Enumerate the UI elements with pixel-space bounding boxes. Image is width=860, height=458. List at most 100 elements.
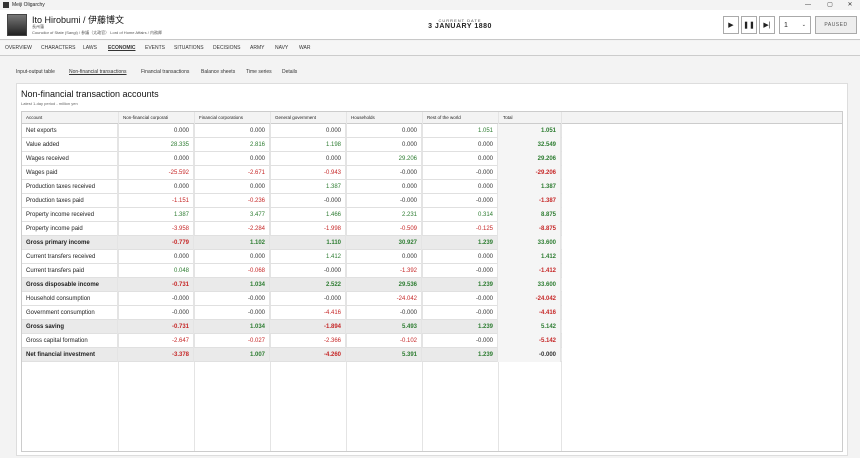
value-cell: -25.592	[118, 166, 194, 180]
accounts-panel: Non-financial transaction accounts Lates…	[16, 83, 848, 456]
app-icon	[3, 2, 9, 8]
value-cell: 0.000	[118, 124, 194, 138]
row-label: Gross disposable income	[22, 278, 118, 292]
value-cell: 0.048	[118, 264, 194, 278]
step-forward-icon: ▶|	[763, 22, 771, 29]
total-cell: -4.416	[498, 306, 561, 320]
value-cell: -3.958	[118, 222, 194, 236]
col-header-rest-of-world: Rest of the world	[427, 115, 461, 120]
subtab-non-financial[interactable]: Non-financial transactions	[69, 69, 127, 75]
close-icon[interactable]: ✕	[840, 0, 860, 10]
total-cell: -5.142	[498, 334, 561, 348]
total-cell: 33.600	[498, 236, 561, 250]
tab-army[interactable]: ARMY	[250, 45, 264, 51]
character-header: Ito Hirobumi / 伊藤博文 長州藩 Councilor of Sta…	[0, 10, 860, 40]
value-cell: 1.239	[422, 348, 498, 362]
table-row: Household consumption -0.000 -0.000 -0.000-…	[22, 292, 562, 306]
value-cell: -0.000	[118, 292, 194, 306]
value-cell: -0.000	[422, 306, 498, 320]
value-cell: 3.477	[194, 208, 270, 222]
value-cell: -0.000	[422, 166, 498, 180]
table-row: Government consumption -0.000 -0.000 -4.416…	[22, 306, 562, 320]
value-cell: -0.779	[118, 236, 194, 250]
value-cell: 1.387	[118, 208, 194, 222]
tab-characters[interactable]: CHARACTERS	[41, 45, 75, 51]
value-cell: 0.000	[422, 152, 498, 166]
subtab-time-series[interactable]: Time series	[246, 69, 272, 75]
minimize-icon[interactable]: —	[798, 0, 818, 10]
subtab-input-output[interactable]: Input-output table	[16, 69, 55, 75]
tab-navy[interactable]: NAVY	[275, 45, 288, 51]
value-cell: 2.522	[270, 278, 346, 292]
value-cell: 1.007	[194, 348, 270, 362]
row-label: Net exports	[22, 124, 118, 138]
table-row: Production taxes received 0.000 0.000 1.387…	[22, 180, 562, 194]
value-cell: 1.239	[422, 278, 498, 292]
total-cell: -0.000	[498, 348, 561, 362]
value-cell: 29.536	[346, 278, 422, 292]
value-cell: 1.051	[422, 124, 498, 138]
value-cell: -24.042	[346, 292, 422, 306]
speed-select[interactable]: 1 ⌄	[779, 16, 811, 34]
table-row: Production taxes paid -1.151 -0.236 -0.000-…	[22, 194, 562, 208]
value-cell: -0.000	[422, 292, 498, 306]
value-cell: 1.466	[270, 208, 346, 222]
tab-decisions[interactable]: DECISIONS	[213, 45, 241, 51]
value-cell: 1.412	[270, 250, 346, 264]
table-row: Net exports 0.000 0.000 0.000 0.000 1.051 1.05…	[22, 124, 562, 138]
value-cell: 0.000	[422, 250, 498, 264]
subtab-balance-sheets[interactable]: Balance sheets	[201, 69, 235, 75]
value-cell: -0.000	[118, 306, 194, 320]
table-row: Net financial investment -3.378 1.007 -4.26…	[22, 348, 562, 362]
value-cell: -0.000	[270, 194, 346, 208]
table-row: Wages received 0.000 0.000 0.000 29.206 0.000…	[22, 152, 562, 166]
tab-events[interactable]: EVENTS	[145, 45, 165, 51]
total-cell: 1.412	[498, 250, 561, 264]
row-label: Gross capital formation	[22, 334, 118, 348]
value-cell: 0.000	[346, 138, 422, 152]
value-cell: 0.000	[346, 124, 422, 138]
row-label: Production taxes received	[22, 180, 118, 194]
window-title: Meiji Oligarchy	[12, 2, 45, 8]
value-cell: -0.509	[346, 222, 422, 236]
total-cell: 1.387	[498, 180, 561, 194]
subtab-details[interactable]: Details	[282, 69, 297, 75]
tab-overview[interactable]: OVERVIEW	[5, 45, 32, 51]
row-label: Gross saving	[22, 320, 118, 334]
value-cell: 0.000	[270, 152, 346, 166]
row-label: Property income received	[22, 208, 118, 222]
paused-button[interactable]: PAUSED	[815, 16, 857, 34]
table-row: Gross primary income -0.779 1.102 1.110 30.9…	[22, 236, 562, 250]
table-row: Value added 28.335 2.816 1.198 0.000 0.000 32.…	[22, 138, 562, 152]
pause-button[interactable]: ❚❚	[741, 16, 757, 34]
col-header-households: Households	[351, 115, 375, 120]
character-portrait[interactable]	[7, 14, 27, 36]
value-cell: -0.731	[118, 278, 194, 292]
value-cell: -0.000	[422, 264, 498, 278]
value-cell: -0.000	[270, 292, 346, 306]
value-cell: -0.000	[346, 194, 422, 208]
tab-laws[interactable]: LAWS	[83, 45, 97, 51]
play-button[interactable]: ▶	[723, 16, 739, 34]
total-cell: 29.206	[498, 152, 561, 166]
value-cell: 0.000	[118, 250, 194, 264]
value-cell: -1.392	[346, 264, 422, 278]
value-cell: 0.000	[118, 180, 194, 194]
step-button[interactable]: ▶|	[759, 16, 775, 34]
value-cell: 1.034	[194, 278, 270, 292]
subtab-financial[interactable]: Financial transactions	[141, 69, 189, 75]
row-label: Net financial investment	[22, 348, 118, 362]
value-cell: -0.000	[194, 292, 270, 306]
table-row: Gross capital formation -2.647 -0.027 -2.36…	[22, 334, 562, 348]
maximize-icon[interactable]: ▢	[820, 0, 840, 10]
tab-economic[interactable]: ECONOMIC	[108, 45, 136, 51]
value-cell: -0.125	[422, 222, 498, 236]
table-row: Gross disposable income -0.731 1.034 2.522 2…	[22, 278, 562, 292]
tab-war[interactable]: WAR	[299, 45, 310, 51]
value-cell: -2.671	[194, 166, 270, 180]
value-cell: 0.000	[346, 180, 422, 194]
table-row: Property income received 1.387 3.477 1.466 2…	[22, 208, 562, 222]
value-cell: 1.198	[270, 138, 346, 152]
tab-situations[interactable]: SITUATIONS	[174, 45, 204, 51]
total-cell: -8.875	[498, 222, 561, 236]
